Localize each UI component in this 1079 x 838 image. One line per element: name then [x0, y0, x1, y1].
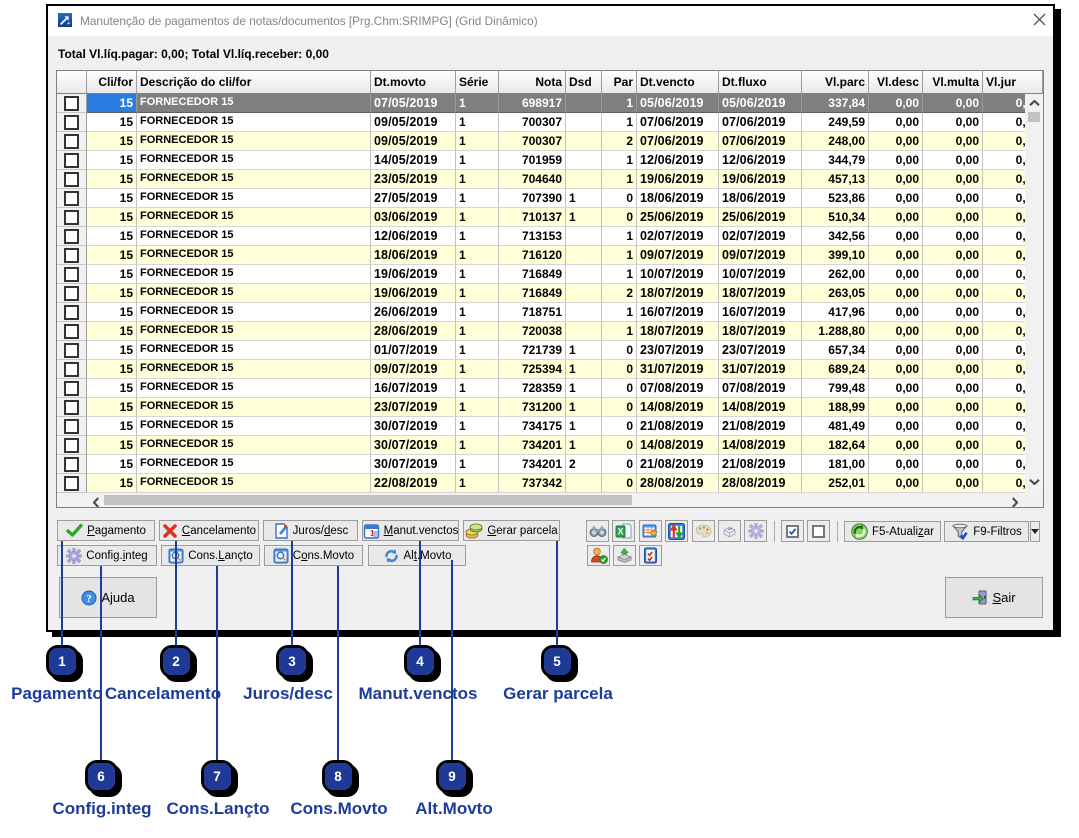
- svg-text:?: ?: [87, 593, 93, 605]
- svg-text:X: X: [618, 526, 624, 536]
